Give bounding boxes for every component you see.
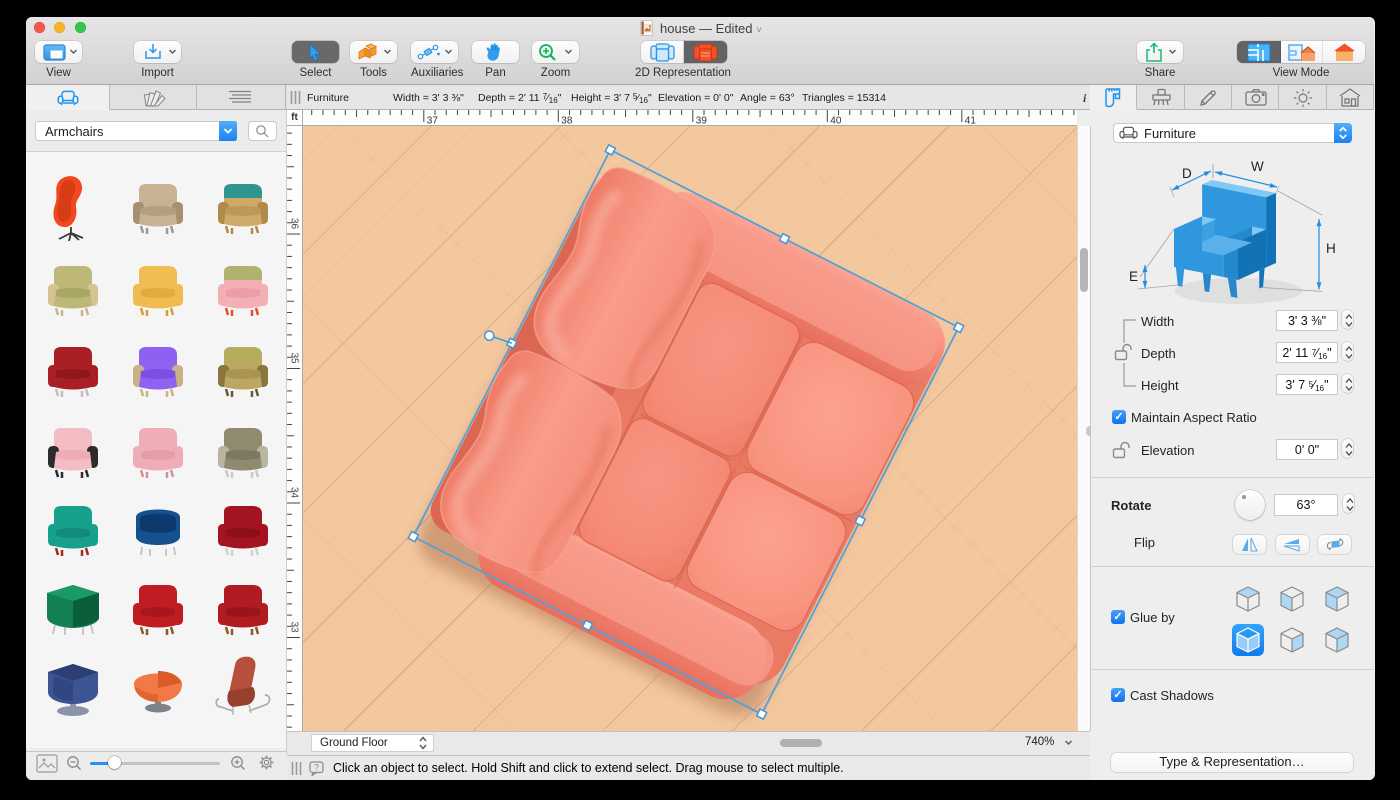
svg-text:?: ?: [314, 763, 319, 773]
svg-text:40: 40: [830, 116, 842, 127]
svg-text:38: 38: [561, 116, 573, 127]
svg-text:39: 39: [696, 116, 708, 127]
svg-text:37: 37: [427, 116, 439, 127]
svg-text:41: 41: [965, 116, 977, 127]
svg-text:E: E: [1129, 269, 1138, 284]
svg-text:33: 33: [289, 622, 300, 634]
svg-text:35: 35: [289, 353, 300, 365]
svg-text:34: 34: [289, 487, 300, 499]
svg-text:D: D: [1182, 166, 1192, 181]
svg-text:H: H: [1326, 241, 1336, 256]
svg-text:36: 36: [289, 218, 300, 230]
svg-text:W: W: [1251, 159, 1264, 174]
